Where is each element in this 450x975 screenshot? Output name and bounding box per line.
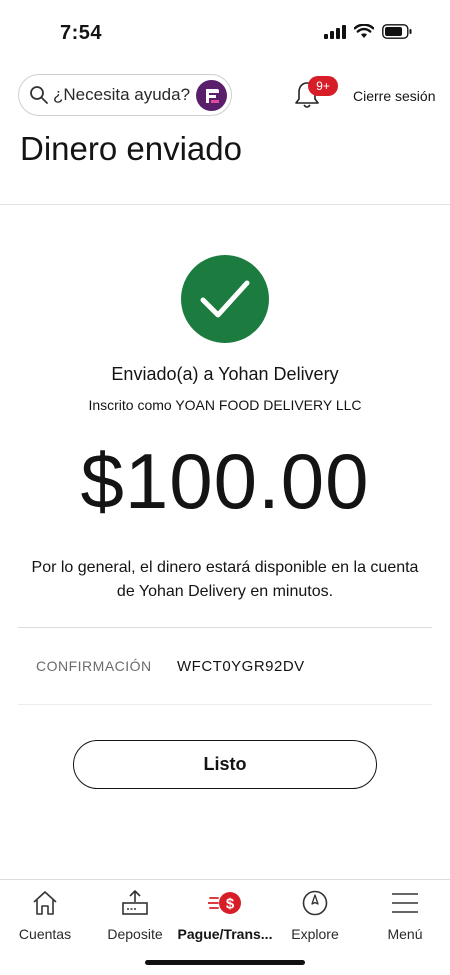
nav-label: Menú [387, 926, 423, 942]
menu-icon [392, 893, 418, 913]
availability-note-line-2: de Yohan Delivery en minutos. [116, 583, 334, 600]
confirmation-code: WFCT0YGR92DV [177, 658, 305, 675]
nav-item-pague-transfiera[interactable]: $ Pague/Trans... [177, 888, 273, 942]
enrolled-as-text: Inscrito como YOAN FOOD DELIVERY LLC [88, 397, 362, 413]
nav-label: Cuentas [18, 926, 72, 942]
compass-icon [302, 890, 328, 916]
app-header: ¿Necesita ayuda? 9+ Cierre sesión [0, 72, 450, 120]
status-bar: 7:54 [0, 0, 450, 60]
confirmation-label: CONFIRMACIÓN [36, 658, 152, 674]
nav-item-explore[interactable]: Explore [270, 888, 360, 942]
wifi-icon [354, 24, 374, 38]
signout-link[interactable]: Cierre sesión [353, 88, 435, 104]
fargo-assistant-icon[interactable] [196, 80, 227, 111]
help-search-field[interactable]: ¿Necesita ayuda? [18, 74, 232, 116]
nav-label: Explore [291, 926, 339, 942]
availability-note: Por lo general, el dinero estará disponi… [20, 556, 430, 604]
deposit-icon [122, 890, 148, 915]
recipient-text: Enviado(a) a Yohan Delivery [111, 364, 339, 384]
sent-amount: $100.00 [80, 437, 370, 525]
nav-label: Deposite [107, 926, 163, 942]
page-title: Dinero enviado [20, 130, 242, 167]
search-icon [30, 86, 48, 104]
status-time: 7:54 [60, 22, 103, 44]
divider [0, 204, 450, 205]
home-indicator [145, 960, 305, 965]
cellular-signal-icon [324, 24, 346, 39]
notification-count-badge: 9+ [308, 76, 338, 96]
nav-item-deposite[interactable]: Deposite [90, 888, 180, 942]
battery-icon [382, 24, 412, 39]
divider [18, 627, 432, 628]
done-button[interactable]: Listo [73, 740, 377, 789]
success-check-icon [181, 255, 269, 343]
nav-label: Pague/Trans... [177, 926, 273, 942]
svg-text:$: $ [226, 896, 235, 913]
pay-transfer-icon: $ [208, 892, 241, 914]
nav-item-menu[interactable]: Menú [360, 888, 450, 942]
nav-item-cuentas[interactable]: Cuentas [0, 888, 90, 942]
divider [18, 704, 432, 705]
status-icons [324, 24, 412, 39]
search-placeholder: ¿Necesita ayuda? [53, 85, 191, 104]
availability-note-line-1: Por lo general, el dinero estará disponi… [31, 559, 419, 576]
home-icon [33, 891, 57, 915]
